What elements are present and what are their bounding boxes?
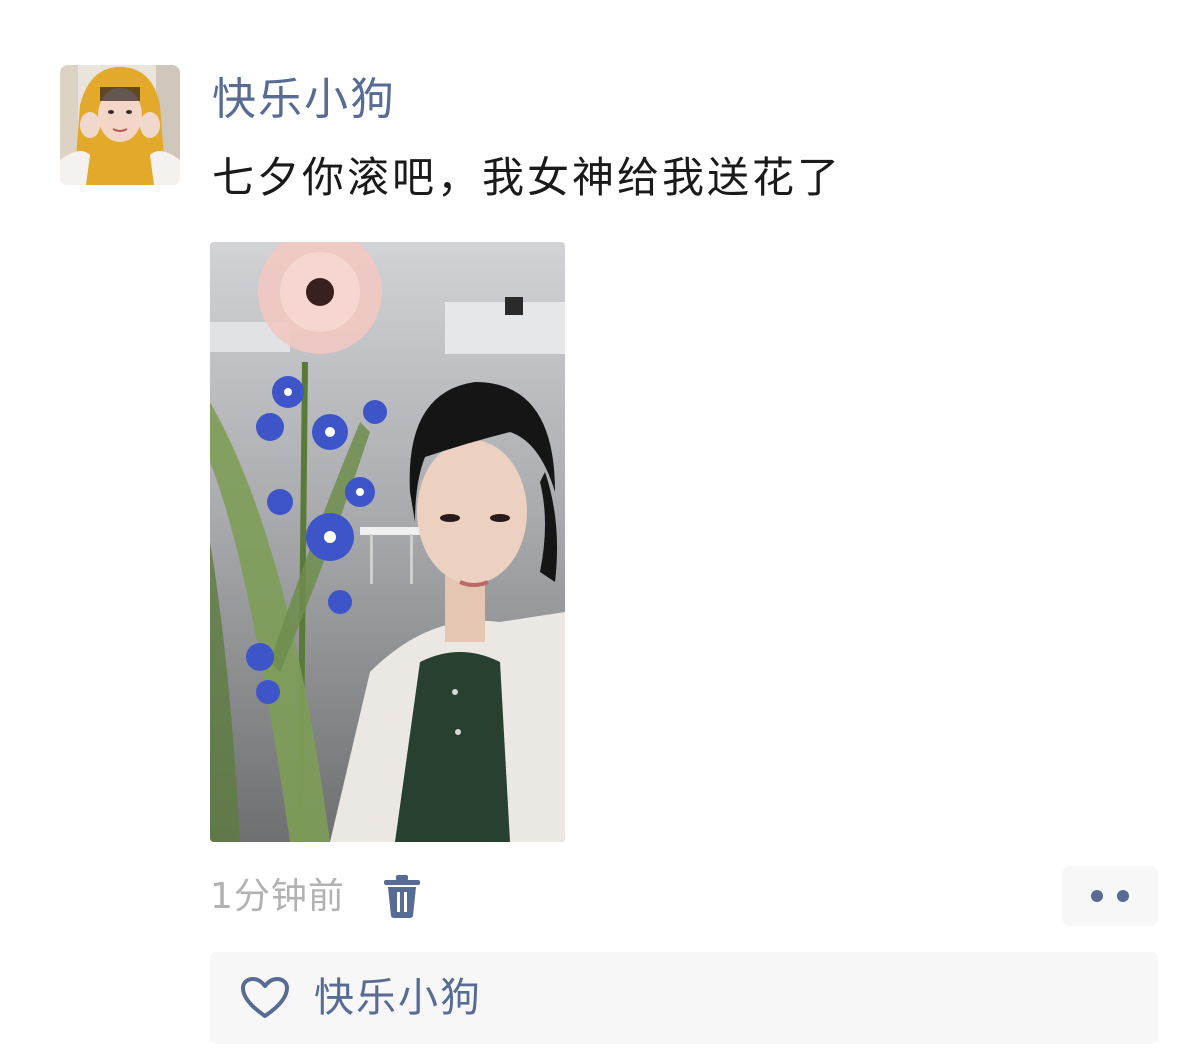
photo-image — [210, 242, 565, 842]
more-button[interactable] — [1062, 866, 1158, 926]
heart-outline-icon — [241, 977, 289, 1018]
avatar-image — [60, 65, 180, 185]
more-dots-icon — [1091, 890, 1129, 902]
author-name[interactable]: 快乐小狗 — [212, 70, 396, 130]
moments-post: 快乐小狗 七夕你滚吧，我女神给我送花了 1分钟前 快乐小狗 — [0, 0, 1200, 1058]
post-timestamp: 1分钟前 — [210, 876, 345, 917]
liker-name[interactable]: 快乐小狗 — [314, 968, 482, 1028]
delete-button[interactable] — [380, 872, 424, 920]
likes-panel: 快乐小狗 — [210, 952, 1158, 1044]
post-photo[interactable] — [210, 242, 565, 842]
author-avatar[interactable] — [60, 65, 180, 185]
trash-icon — [384, 875, 420, 918]
post-text: 七夕你滚吧，我女神给我送花了 — [212, 153, 843, 202]
